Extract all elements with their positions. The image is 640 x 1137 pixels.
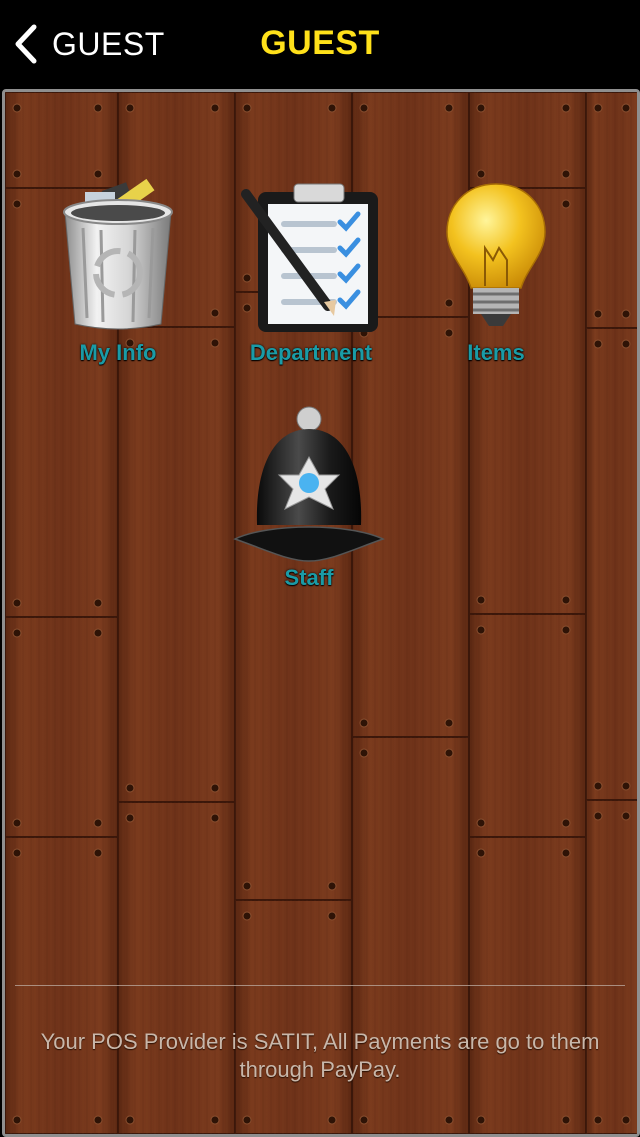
plank-rivet — [12, 628, 22, 638]
plank-rivet — [125, 783, 135, 793]
wood-grain — [5, 617, 118, 837]
menu-item-staff[interactable]: Staff — [229, 405, 389, 591]
plank-rivet — [93, 598, 103, 608]
menu-label-department: Department — [249, 340, 373, 365]
plank-rivet — [593, 103, 603, 113]
plank-rivet — [210, 813, 220, 823]
wood-grain — [586, 328, 637, 800]
plank-rivet — [93, 169, 103, 179]
plank-rivet — [327, 911, 337, 921]
plank-rivet — [327, 103, 337, 113]
plank-rivet — [476, 103, 486, 113]
plank-rivet — [561, 848, 571, 858]
wood-grain — [586, 92, 637, 328]
plank-rivet — [210, 308, 220, 318]
plank-rivet — [476, 848, 486, 858]
clipboard-checklist-icon — [241, 183, 378, 332]
menu-label-items: Items — [467, 340, 525, 365]
plank-rivet — [125, 103, 135, 113]
page-title: GUEST — [260, 24, 380, 62]
plank-rivet — [93, 103, 103, 113]
trash-can-icon — [63, 178, 173, 330]
plank-rivet — [12, 169, 22, 179]
wood-grain — [118, 327, 235, 802]
menu-label-staff: Staff — [284, 565, 334, 590]
menu-item-my-info[interactable]: My Info — [48, 178, 188, 366]
plank-rivet — [444, 103, 454, 113]
plank-rivet — [359, 718, 369, 728]
footer-divider — [15, 985, 625, 986]
plank-rivet — [93, 818, 103, 828]
plank-rivet — [593, 339, 603, 349]
plank-rivet — [359, 748, 369, 758]
plank-rivet — [561, 1115, 571, 1125]
plank-rivet — [561, 818, 571, 828]
plank-rivet — [561, 199, 571, 209]
plank-rivet — [621, 781, 631, 791]
plank-rivet — [210, 783, 220, 793]
plank-rivet — [561, 595, 571, 605]
plank-rivet — [621, 103, 631, 113]
plank-rivet — [93, 628, 103, 638]
wood-grain — [469, 614, 586, 837]
plank-rivet — [593, 811, 603, 821]
plank-rivet — [210, 338, 220, 348]
plank-rivet — [242, 881, 252, 891]
police-helmet-icon — [233, 406, 385, 562]
plank-rivet — [359, 1115, 369, 1125]
navigation-bar: GUEST GUEST — [0, 0, 640, 88]
plank-rivet — [593, 309, 603, 319]
light-bulb-icon — [446, 183, 546, 326]
plank-rivet — [12, 1115, 22, 1125]
footer-notice: Your POS Provider is SATIT, All Payments… — [40, 1029, 600, 1082]
plank-rivet — [476, 625, 486, 635]
plank-rivet — [12, 199, 22, 209]
plank-rivet — [444, 718, 454, 728]
wood-grain — [118, 802, 235, 1134]
plank-rivet — [621, 309, 631, 319]
plank-rivet — [93, 848, 103, 858]
plank-rivet — [476, 595, 486, 605]
plank-rivet — [621, 339, 631, 349]
plank-rivet — [476, 818, 486, 828]
plank-rivet — [561, 103, 571, 113]
plank-rivet — [12, 103, 22, 113]
plank-rivet — [359, 103, 369, 113]
plank-rivet — [561, 625, 571, 635]
plank-rivet — [593, 781, 603, 791]
menu-label-my-info: My Info — [79, 340, 157, 365]
wood-panel: My Info Department Items Staff Your POS … — [2, 89, 640, 1137]
plank-rivet — [210, 103, 220, 113]
plank-rivet — [444, 1115, 454, 1125]
plank-rivet — [93, 1115, 103, 1125]
plank-rivet — [210, 1115, 220, 1125]
plank-rivet — [242, 1115, 252, 1125]
wood-grain — [235, 900, 352, 1134]
plank-rivet — [327, 881, 337, 891]
plank-rivet — [12, 818, 22, 828]
plank-rivet — [621, 1115, 631, 1125]
plank-rivet — [125, 813, 135, 823]
plank-rivet — [561, 169, 571, 179]
menu-item-department[interactable]: Department — [231, 178, 391, 366]
plank-rivet — [125, 1115, 135, 1125]
plank-rivet — [476, 1115, 486, 1125]
plank-rivet — [476, 169, 486, 179]
plank-rivet — [12, 848, 22, 858]
plank-rivet — [242, 911, 252, 921]
menu-item-items[interactable]: Items — [431, 178, 561, 366]
plank-rivet — [621, 811, 631, 821]
plank-rivet — [327, 1115, 337, 1125]
plank-rivet — [444, 748, 454, 758]
plank-rivet — [593, 1115, 603, 1125]
plank-rivet — [242, 103, 252, 113]
plank-rivet — [12, 598, 22, 608]
wood-grain — [235, 292, 352, 900]
